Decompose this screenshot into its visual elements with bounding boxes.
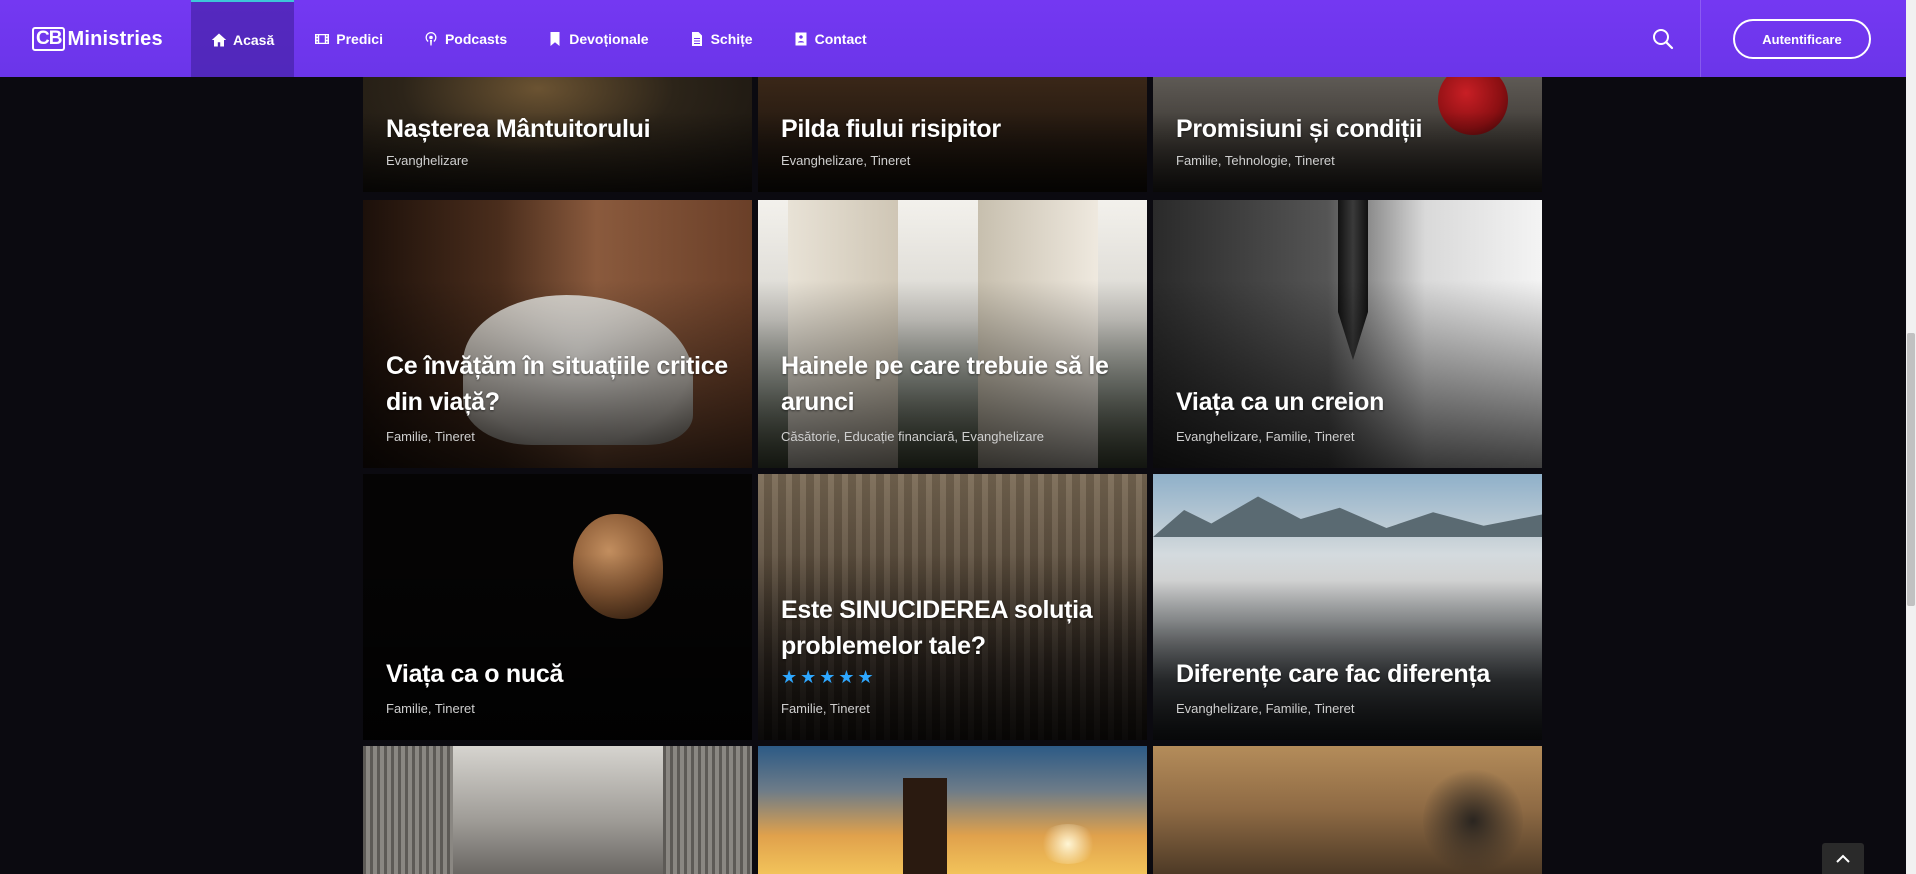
scrollbar-thumb[interactable] [1907, 333, 1915, 606]
card-title: Promisiuni și condiții [1176, 115, 1423, 143]
login-button[interactable]: Autentificare [1733, 19, 1871, 59]
smoke-shape [1423, 766, 1523, 874]
fence-right [663, 746, 752, 874]
nav-label: Acasă [233, 31, 275, 48]
logo-box: CB [32, 27, 66, 51]
nav-label: Schițe [710, 30, 753, 47]
mountain-shape [1153, 496, 1542, 537]
card-title: Viața ca un creion [1176, 388, 1385, 416]
site-logo[interactable]: CB Ministries [32, 27, 163, 51]
card-categories: Evanghelizare [386, 153, 469, 168]
nav-item-devotionale[interactable]: Devoționale [527, 0, 668, 77]
post-card[interactable]: Hainele pe care trebuie să le arunci Căs… [758, 200, 1147, 468]
post-card[interactable]: Este SINUCIDEREA soluția problemelor tal… [758, 474, 1147, 740]
card-title: Ce învățăm în situațiile critice din via… [386, 352, 728, 416]
fence-left [363, 746, 453, 874]
bookmark-icon [547, 31, 563, 47]
search-icon[interactable] [1652, 28, 1674, 50]
post-card[interactable]: Ce învățăm în situațiile critice din via… [363, 200, 752, 468]
nav-item-contact[interactable]: Contact [773, 0, 887, 77]
main-nav: Acasă Predici Podcasts Devoționale Schiț… [191, 0, 887, 77]
post-card[interactable]: Nașterea Mântuitorului Evanghelizare [363, 77, 752, 192]
nav-item-podcasts[interactable]: Podcasts [403, 0, 527, 77]
nav-item-acasa[interactable]: Acasă [191, 0, 295, 77]
card-categories: Familie, Tineret [386, 429, 475, 444]
post-card[interactable] [1153, 746, 1542, 874]
card-categories: Evanghelizare, Familie, Tineret [1176, 429, 1355, 444]
post-card[interactable]: Pilda fiului risipitor Evanghelizare, Ti… [758, 77, 1147, 192]
card-title: Diferențe care fac diferența [1176, 660, 1490, 688]
post-card[interactable]: Viața ca un creion Evanghelizare, Famili… [1153, 200, 1542, 468]
post-card[interactable] [363, 746, 752, 874]
nav-label: Podcasts [444, 30, 508, 47]
post-card[interactable]: Viața ca o nucă Familie, Tineret [363, 474, 752, 740]
post-card[interactable]: Promisiuni și condiții Familie, Tehnolog… [1153, 77, 1542, 192]
header-divider [1700, 0, 1701, 77]
card-categories: Familie, Tineret [386, 701, 475, 716]
card-title: Nașterea Mântuitorului [386, 115, 651, 143]
tower-shape [903, 778, 947, 874]
sun-glow [1038, 824, 1098, 864]
nav-item-schite[interactable]: Schițe [669, 0, 773, 77]
card-categories: Căsătorie, Educație financiară, Evanghel… [781, 429, 1045, 444]
rating-stars: ★★★★★ [781, 667, 877, 687]
contact-icon [793, 31, 809, 47]
logo-text: Ministries [67, 27, 163, 50]
file-icon [689, 31, 705, 47]
card-title: Pilda fiului risipitor [781, 115, 1001, 143]
home-icon [211, 32, 227, 48]
nav-label: Devoționale [569, 30, 649, 47]
card-categories: Evanghelizare, Familie, Tineret [1176, 701, 1355, 716]
podcast-icon [423, 31, 439, 47]
post-card[interactable] [758, 746, 1147, 874]
card-categories: Evanghelizare, Tineret [781, 153, 911, 168]
card-title: Este SINUCIDEREA soluția problemelor tal… [781, 596, 1093, 660]
card-title: Hainele pe care trebuie să le arunci [781, 352, 1109, 416]
post-card[interactable]: Diferențe care fac diferența Evangheliza… [1153, 474, 1542, 740]
chevron-up-icon [1836, 854, 1850, 863]
card-title: Viața ca o nucă [386, 660, 564, 688]
site-header: CB Ministries Acasă Predici Podcasts Dev… [0, 0, 1906, 77]
card-categories: Familie, Tehnologie, Tineret [1176, 153, 1335, 168]
back-to-top-button[interactable] [1822, 843, 1864, 874]
card-categories: Familie, Tineret [781, 701, 870, 716]
nav-label: Contact [814, 30, 867, 47]
film-icon [314, 31, 330, 47]
nav-label: Predici [336, 30, 383, 47]
nav-item-predici[interactable]: Predici [294, 0, 403, 77]
